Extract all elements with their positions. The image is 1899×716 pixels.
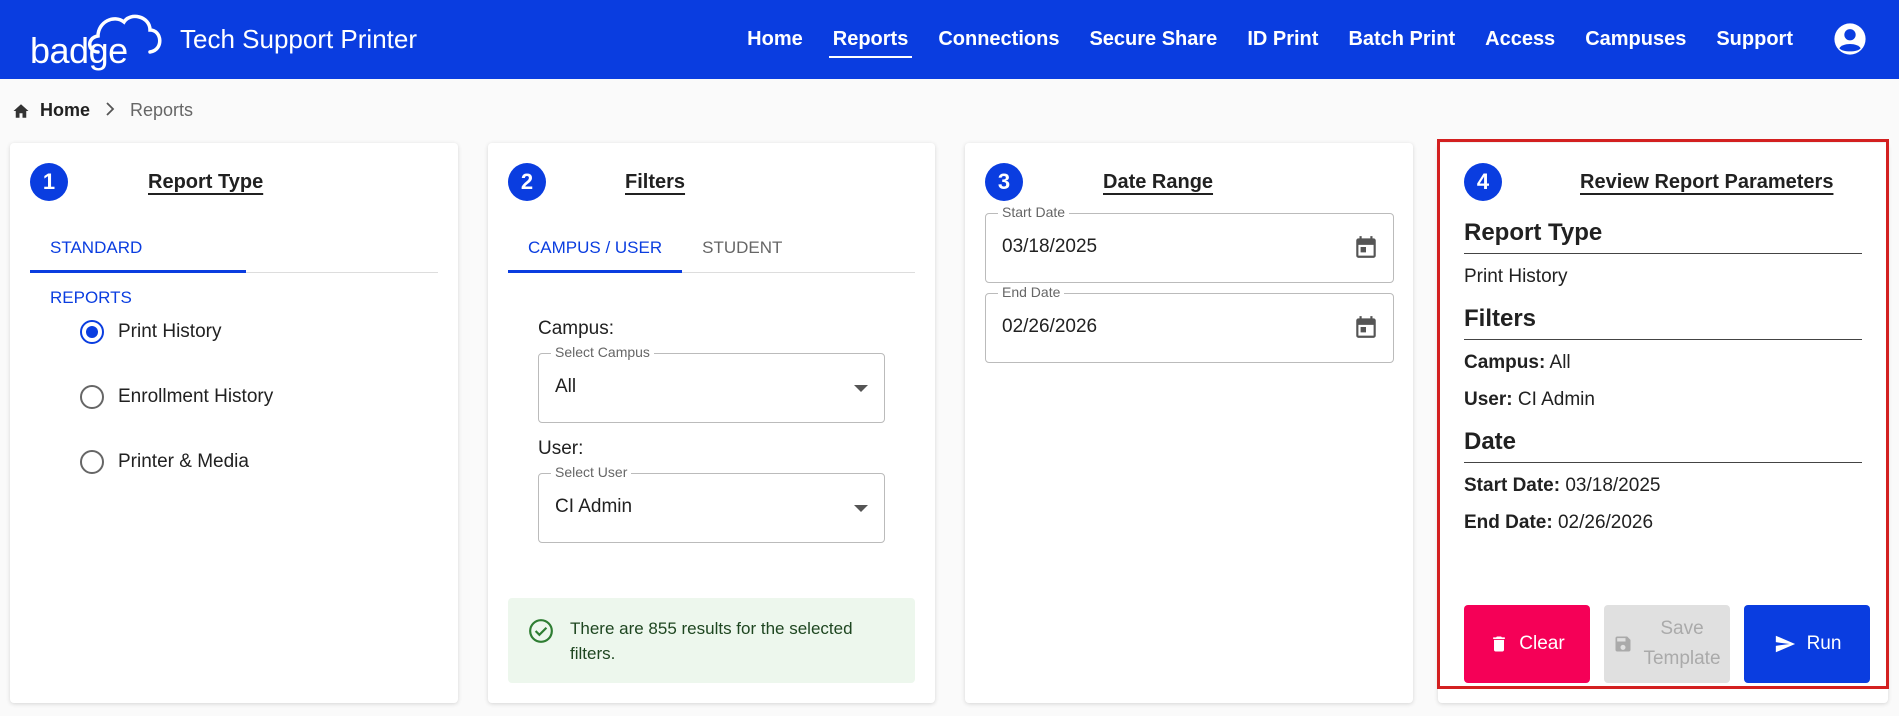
review-highlight-frame	[1437, 139, 1889, 689]
tab-campus-user[interactable]: CAMPUS / USER	[508, 223, 683, 273]
logo-text: badge	[30, 30, 128, 71]
card-title: Report Type	[148, 171, 264, 193]
end-date-field[interactable]: End Date 02/26/2026	[985, 284, 1394, 363]
nav-connections[interactable]: Connections	[938, 28, 1059, 51]
caret-down-icon	[854, 385, 868, 392]
report-type-card: 1 Report Type STANDARD REPORTS Print His…	[10, 143, 458, 703]
breadcrumb-current: Reports	[130, 100, 194, 120]
radio-printer-media[interactable]: Printer & Media	[80, 450, 249, 474]
radio-checked-icon[interactable]	[80, 320, 104, 344]
radio-print-history[interactable]: Print History	[80, 320, 221, 344]
step-badge: 1	[30, 163, 68, 201]
radio-label: Print History	[118, 321, 222, 342]
filter-tabs: CAMPUS / USER STUDENT	[508, 223, 915, 273]
account-circle-icon[interactable]	[1833, 22, 1867, 56]
radio-label: Printer & Media	[118, 451, 249, 472]
nav-home[interactable]: Home	[747, 28, 803, 51]
report-type-tabs: STANDARD REPORTS	[30, 223, 438, 307]
check-circle-icon	[529, 619, 553, 643]
campus-select-value: All	[555, 376, 577, 397]
nav-support[interactable]: Support	[1716, 28, 1793, 51]
nav-access[interactable]: Access	[1485, 28, 1555, 51]
home-icon[interactable]	[12, 102, 30, 120]
chevron-right-icon	[104, 100, 116, 121]
tab-standard-reports[interactable]: STANDARD REPORTS	[30, 223, 246, 307]
top-app-bar: badge Tech Support Printer Home Reports …	[0, 0, 1899, 79]
campus-select-legend: Select Campus	[551, 344, 654, 360]
nav-secure-share[interactable]: Secure Share	[1089, 28, 1217, 51]
alert-text: There are 855 results for the selected f…	[570, 619, 853, 663]
radio-enrollment-history[interactable]: Enrollment History	[80, 385, 273, 409]
radio-unchecked-icon[interactable]	[80, 385, 104, 409]
calendar-icon[interactable]	[1353, 234, 1379, 260]
user-select-value: CI Admin	[555, 496, 633, 517]
app-title: Tech Support Printer	[180, 24, 418, 54]
start-date-legend: Start Date	[998, 204, 1070, 220]
nav-campuses[interactable]: Campuses	[1585, 28, 1686, 51]
breadcrumb-home[interactable]: Home	[40, 100, 90, 121]
badge-logo[interactable]: badge	[28, 8, 163, 72]
campus-label: Campus:	[538, 318, 615, 339]
results-alert: There are 855 results for the selected f…	[508, 598, 915, 683]
step-badge: 2	[508, 163, 546, 201]
filters-card: 2 Filters CAMPUS / USER STUDENT Campus: …	[488, 143, 935, 703]
card-title: Filters	[625, 171, 686, 193]
main-nav: Home Reports Connections Secure Share ID…	[717, 0, 1793, 79]
calendar-icon[interactable]	[1353, 314, 1379, 340]
start-date-field[interactable]: Start Date 03/18/2025	[985, 204, 1394, 283]
date-range-card: 3 Date Range Start Date 03/18/2025 End D…	[965, 143, 1413, 703]
user-select[interactable]: Select User CI Admin	[538, 464, 885, 543]
caret-down-icon	[854, 505, 868, 512]
radio-unchecked-icon[interactable]	[80, 450, 104, 474]
end-date-legend: End Date	[998, 284, 1065, 300]
card-title: Date Range	[1103, 171, 1214, 193]
radio-label: Enrollment History	[118, 386, 274, 407]
start-date-value: 03/18/2025	[1002, 236, 1098, 257]
nav-batch-print[interactable]: Batch Print	[1348, 28, 1455, 51]
user-label: User:	[538, 438, 584, 459]
nav-id-print[interactable]: ID Print	[1247, 28, 1318, 51]
tab-student[interactable]: STUDENT	[682, 223, 802, 272]
campus-select[interactable]: Select Campus All	[538, 344, 885, 423]
breadcrumb: Home Reports	[12, 100, 193, 121]
user-select-legend: Select User	[551, 464, 632, 480]
end-date-value: 02/26/2026	[1002, 316, 1098, 337]
step-badge: 3	[985, 163, 1023, 201]
nav-reports[interactable]: Reports	[828, 28, 912, 58]
